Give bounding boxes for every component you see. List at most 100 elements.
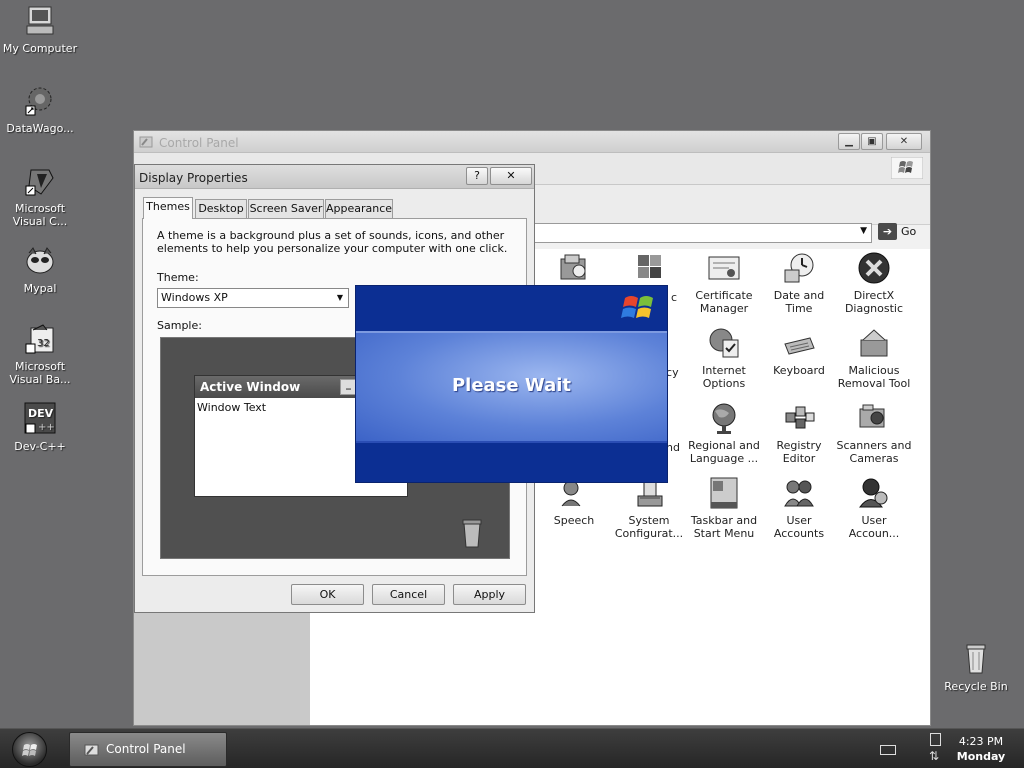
cp-item-windows[interactable]: c (611, 251, 687, 304)
clock-time: 4:23 PM (958, 735, 1004, 748)
computer-icon (23, 4, 57, 38)
help-icon: ? (474, 169, 480, 182)
close-icon: ✕ (506, 169, 516, 182)
minimize-button[interactable]: ▁ (838, 133, 860, 150)
close-icon: ✕ (899, 136, 909, 147)
recycle-bin-icon (959, 642, 993, 676)
dialog-title: Display Properties (139, 171, 248, 185)
minimize-icon: ▁ (845, 136, 853, 147)
button-label: Apply (473, 588, 506, 601)
tab-screen-saver[interactable]: Screen Saver (248, 199, 324, 218)
desktop-icon-label: DataWago... (6, 122, 74, 135)
desktop-icon-visual-basic[interactable]: 32 Microsoft Visual Ba... (0, 322, 80, 386)
keyboard-tray-icon[interactable] (880, 745, 896, 755)
desktop-icon-label: Dev-C++ (14, 440, 66, 453)
theme-label: Theme: (157, 271, 199, 284)
go-button[interactable]: ➔ Go (878, 223, 924, 243)
desktop-icon-dev-cpp[interactable]: DEV ++ Dev-C++ (0, 402, 80, 453)
cp-item-keyboard[interactable]: Keyboard (761, 326, 837, 377)
desktop-icon-datawagon[interactable]: DataWago... (0, 84, 80, 135)
please-wait-text: Please Wait (451, 375, 572, 396)
tab-desktop[interactable]: Desktop (195, 199, 247, 218)
windows-flag-icon (891, 157, 923, 179)
desktop-icon-label: Mypal (23, 282, 57, 295)
arrow-right-icon: ➔ (878, 223, 897, 240)
cp-item-malicious-removal-tool[interactable]: Malicious Removal Tool (836, 326, 912, 390)
scanner-icon (857, 401, 891, 435)
taskbar-item-control-panel[interactable]: Control Panel (69, 732, 227, 767)
desktop-icon-my-computer[interactable]: My Computer (0, 4, 80, 55)
maximize-icon: ▣ (867, 136, 877, 147)
desktop-icon-label: My Computer (2, 42, 78, 55)
control-panel-titlebar[interactable]: Control Panel ▁ ▣ ✕ (134, 131, 930, 153)
cp-item-label: DirectX Diagnostic (844, 289, 904, 315)
tray-notification-icon[interactable] (930, 733, 941, 746)
button-label: Cancel (389, 588, 428, 601)
visual-basic-icon: 32 (23, 322, 57, 356)
ok-button[interactable]: OK (291, 584, 364, 605)
clock-day: Monday (956, 750, 1006, 763)
desktop-icon-mypal[interactable]: Mypal (0, 244, 80, 295)
desktop-icon-label: Microsoft Visual C... (12, 202, 68, 228)
start-button[interactable] (12, 732, 47, 767)
taskbar: Control Panel ⇅ 4:23 PM Monday (0, 728, 1024, 768)
cp-item-label: System Configurat... (614, 514, 684, 540)
taskbar-item-label: Control Panel (106, 742, 186, 756)
cp-item-registry-editor[interactable]: Registry Editor (761, 401, 837, 465)
close-button[interactable]: ✕ (490, 167, 532, 185)
help-button[interactable]: ? (466, 167, 488, 185)
tab-appearance[interactable]: Appearance (325, 199, 393, 218)
desktop-icon-label: Microsoft Visual Ba... (9, 360, 71, 386)
cp-item-user-account[interactable]: User Accoun... (836, 476, 912, 540)
cp-item-label: Scanners and Cameras (836, 439, 912, 465)
taskbar-icon (707, 476, 741, 510)
desktop-icon-recycle-bin[interactable]: Recycle Bin (936, 642, 1016, 693)
cp-item-folder-options[interactable] (536, 251, 612, 289)
cp-item-label: Internet Options (702, 364, 746, 390)
cp-item-directx-diagnostic[interactable]: DirectX Diagnostic (836, 251, 912, 315)
cp-item-label: Certificate Manager (695, 289, 753, 315)
cp-item-taskbar-and-start-menu[interactable]: Taskbar and Start Menu (686, 476, 762, 540)
display-properties-titlebar[interactable]: Display Properties ? ✕ (135, 165, 534, 189)
cancel-button[interactable]: Cancel (372, 584, 445, 605)
tab-themes[interactable]: Themes (143, 197, 193, 219)
tray-clock[interactable]: 4:23 PM Monday (950, 734, 1012, 764)
theme-select-value: Windows XP (161, 291, 228, 304)
cp-item-certificate-manager[interactable]: Certificate Manager (686, 251, 762, 315)
cp-item-label-partial: nd (666, 441, 680, 454)
folder-options-icon (557, 251, 591, 285)
cp-item-internet-options[interactable]: Internet Options (686, 326, 762, 390)
clock-icon (782, 251, 816, 285)
directx-icon (857, 251, 891, 285)
cp-item-regional-and-language[interactable]: Regional and Language ... (686, 401, 762, 465)
theme-select[interactable]: Windows XP ▼ (157, 288, 349, 308)
apply-button[interactable]: Apply (453, 584, 526, 605)
maximize-button[interactable]: ▣ (861, 133, 883, 150)
theme-description: A theme is a background plus a set of so… (157, 229, 508, 255)
internet-options-icon (707, 326, 741, 360)
chevron-down-icon: ▼ (336, 293, 343, 302)
windows-flag-icon (632, 251, 666, 285)
registry-icon (782, 401, 816, 435)
tab-label: Themes (146, 200, 190, 213)
dev-cpp-icon: DEV ++ (23, 402, 57, 436)
cp-item-speech[interactable]: Speech (536, 476, 612, 527)
cp-item-user-accounts[interactable]: User Accounts (761, 476, 837, 540)
recycle-bin-icon (462, 519, 482, 548)
button-label: OK (319, 588, 336, 601)
tab-label: Screen Saver (249, 202, 323, 215)
cp-item-label: User Accoun... (848, 514, 900, 540)
cp-item-label: Malicious Removal Tool (837, 364, 911, 390)
cp-item-date-and-time[interactable]: Date and Time (761, 251, 837, 315)
cp-item-scanners-and-cameras[interactable]: Scanners and Cameras (836, 401, 912, 465)
address-bar[interactable]: ▼ (532, 223, 872, 243)
chevron-down-icon[interactable]: ▼ (860, 226, 867, 236)
close-button[interactable]: ✕ (886, 133, 922, 150)
sample-label: Sample: (157, 319, 202, 332)
desktop-icon-visual-c[interactable]: Microsoft Visual C... (0, 164, 80, 228)
keyboard-icon (782, 326, 816, 360)
cp-item-system-configuration[interactable]: System Configurat... (611, 476, 687, 540)
network-tray-icon[interactable]: ⇅ (929, 749, 939, 763)
tab-label: Desktop (198, 202, 244, 215)
please-wait-splash: Please Wait (355, 285, 668, 483)
